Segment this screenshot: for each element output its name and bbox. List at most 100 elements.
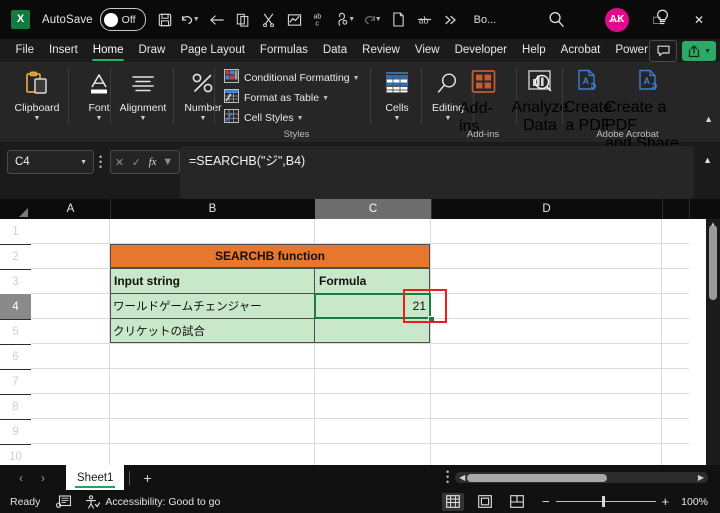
column-header-b[interactable]: B xyxy=(110,199,316,219)
cells-chevron-down-icon[interactable]: ▼ xyxy=(394,115,401,123)
vertical-scrollbar[interactable]: ▲ xyxy=(706,219,720,465)
font-chevron-down-icon[interactable]: ▼ xyxy=(96,115,103,123)
alignment-chevron-down-icon[interactable]: ▼ xyxy=(140,115,147,123)
format-as-table-chevron-down-icon[interactable]: ▼ xyxy=(322,95,329,102)
close-button[interactable]: ✕ xyxy=(678,0,720,39)
formula-input[interactable]: =SEARCHB("ジ",B4) xyxy=(180,146,694,199)
tab-developer[interactable]: Developer xyxy=(447,39,514,62)
comment-icon[interactable] xyxy=(649,40,678,62)
row-header-4[interactable]: 4 xyxy=(0,294,31,320)
page-layout-icon[interactable] xyxy=(474,493,496,511)
tab-help[interactable]: Help xyxy=(515,39,554,62)
row-header-3[interactable]: 3 xyxy=(0,269,31,295)
back-arrow-icon[interactable] xyxy=(204,5,230,35)
alignment-group[interactable]: Alignment ▼ xyxy=(113,62,173,137)
tab-acrobat[interactable]: Acrobat xyxy=(553,39,608,62)
formula-bar-grip[interactable]: • • • xyxy=(99,153,102,172)
tab-data[interactable]: Data xyxy=(315,39,354,62)
accessibility-icon[interactable] xyxy=(85,494,101,509)
tab-view[interactable]: View xyxy=(407,39,447,62)
chevron-up-icon[interactable]: ▲ xyxy=(704,114,713,124)
conditional-formatting-button[interactable]: Conditional Formatting ▼ xyxy=(224,68,369,88)
row-header-5[interactable]: 5 xyxy=(0,319,31,345)
zoom-in-button[interactable]: + xyxy=(662,494,670,509)
search-button[interactable] xyxy=(548,11,565,28)
zoom-out-button[interactable]: − xyxy=(542,494,550,509)
zoom-slider-knob[interactable] xyxy=(601,496,605,507)
column-header-e[interactable] xyxy=(662,199,690,219)
tab-page-layout[interactable]: Page Layout xyxy=(173,39,253,62)
clipboard-group[interactable]: Clipboard ▼ xyxy=(10,62,64,137)
redo-icon[interactable]: ▼ xyxy=(360,5,386,35)
row-header-1[interactable]: 1 xyxy=(0,219,31,245)
chevron-left-icon[interactable]: ‹ xyxy=(10,465,32,490)
cell-styles-button[interactable]: Cell Styles ▼ xyxy=(224,108,369,128)
row-header-9[interactable]: 9 xyxy=(0,419,31,445)
row-header-2[interactable]: 2 xyxy=(0,244,31,270)
row-header-8[interactable]: 8 xyxy=(0,394,31,420)
fx-chevron-down-icon[interactable]: ▼ xyxy=(162,156,173,168)
name-box[interactable]: C4 ▼ xyxy=(7,150,94,174)
painter-dropdown-chevron[interactable]: ▼ xyxy=(348,16,355,23)
tab-review[interactable]: Review xyxy=(355,39,408,62)
overflow-icon[interactable] xyxy=(438,5,464,35)
formula-bar-expand-chevron-icon[interactable]: ▲ xyxy=(703,155,712,165)
minimize-button[interactable]: — xyxy=(594,0,636,39)
redo-dropdown-chevron[interactable]: ▼ xyxy=(375,16,382,23)
format-painter-icon[interactable]: ▼ xyxy=(334,5,360,35)
copy-icon[interactable] xyxy=(230,5,256,35)
select-all-button[interactable] xyxy=(0,199,31,219)
chevron-right-icon[interactable]: › xyxy=(32,465,54,490)
share-button[interactable]: ▼ xyxy=(682,41,716,61)
plus-icon[interactable]: + xyxy=(135,465,159,490)
share-chevron-icon[interactable]: ▼ xyxy=(704,48,711,55)
horizontal-scroll-thumb[interactable] xyxy=(467,473,608,482)
horizontal-scroll-grip[interactable]: • • • xyxy=(446,468,449,487)
format-as-table-button[interactable]: Format as Table ▼ xyxy=(224,88,369,108)
page-break-icon[interactable] xyxy=(506,493,528,511)
analyze-data-button[interactable]: Analyze Data xyxy=(512,62,568,137)
row-header-6[interactable]: 6 xyxy=(0,344,31,370)
vertical-scroll-thumb[interactable] xyxy=(709,225,717,300)
number-group[interactable]: Number ▼ xyxy=(176,62,230,137)
maximize-button[interactable]: □ xyxy=(636,0,678,39)
column-header-a[interactable]: A xyxy=(31,199,111,219)
row-header-7[interactable]: 7 xyxy=(0,369,31,395)
conditional-formatting-chevron-down-icon[interactable]: ▼ xyxy=(353,75,360,82)
undo-dropdown-chevron[interactable]: ▼ xyxy=(193,16,200,23)
autosave-toggle[interactable]: Off xyxy=(99,8,146,31)
clipboard-chevron-down-icon[interactable]: ▼ xyxy=(34,115,41,123)
zoom-level-label[interactable]: 100% xyxy=(681,496,708,508)
insert-function-icon[interactable]: fx xyxy=(149,156,157,168)
cells-group[interactable]: Cells ▼ xyxy=(374,62,420,137)
cell-styles-chevron-down-icon[interactable]: ▼ xyxy=(297,115,304,122)
create-pdf-share-button[interactable]: A Create a PDF and Share link xyxy=(605,62,693,170)
addins-button[interactable]: Add-ins xyxy=(459,62,507,137)
number-chevron-down-icon[interactable]: ▼ xyxy=(200,115,207,123)
spelling-icon[interactable]: ab c xyxy=(308,5,334,35)
scroll-right-arrow-icon[interactable]: ▶ xyxy=(698,473,704,482)
tab-formulas[interactable]: Formulas xyxy=(252,39,315,62)
grid-view-icon[interactable] xyxy=(441,492,464,511)
tab-file[interactable]: File xyxy=(8,39,42,62)
column-header-c[interactable]: C xyxy=(315,199,432,219)
editing-chevron-down-icon[interactable]: ▼ xyxy=(445,115,452,123)
confirm-formula-icon[interactable]: ✓ xyxy=(132,156,141,169)
chart-icon[interactable] xyxy=(282,5,308,35)
tab-home[interactable]: Home xyxy=(85,39,131,62)
new-file-icon[interactable] xyxy=(386,5,412,35)
macro-record-icon[interactable] xyxy=(56,495,72,508)
name-box-chevron-down-icon[interactable]: ▼ xyxy=(80,159,87,166)
sheet-tab-sheet1[interactable]: Sheet1 xyxy=(66,465,125,490)
horizontal-scrollbar[interactable]: ◀ ▶ xyxy=(455,472,708,483)
cut-icon[interactable] xyxy=(256,5,282,35)
strikethrough-icon[interactable]: ab xyxy=(412,5,438,35)
tab-insert[interactable]: Insert xyxy=(42,39,86,62)
scroll-left-arrow-icon[interactable]: ◀ xyxy=(459,473,465,482)
document-title[interactable]: Bo... xyxy=(474,14,497,26)
column-header-d[interactable]: D xyxy=(431,199,663,219)
save-icon[interactable] xyxy=(152,5,178,35)
cancel-formula-icon[interactable]: ✕ xyxy=(115,156,124,169)
tab-draw[interactable]: Draw xyxy=(131,39,173,62)
zoom-slider[interactable] xyxy=(555,495,656,509)
